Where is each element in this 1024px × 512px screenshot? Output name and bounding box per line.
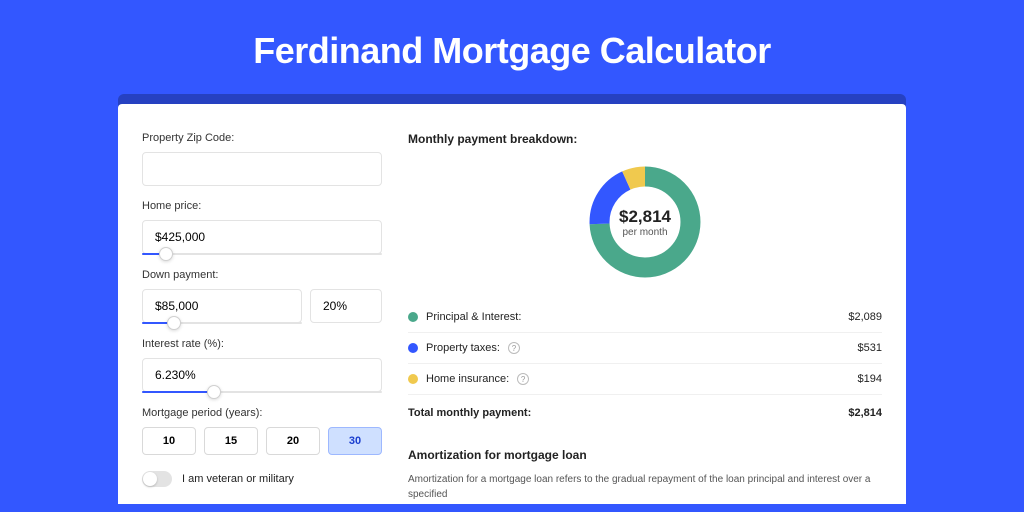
inputs-column: Property Zip Code: Home price: Down paym… xyxy=(142,132,382,504)
interest-rate-block: Interest rate (%): xyxy=(142,338,382,393)
period-option-30[interactable]: 30 xyxy=(328,427,382,455)
down-payment-slider[interactable] xyxy=(142,322,302,324)
legend-row-insurance: Home insurance: ? $194 xyxy=(408,364,882,395)
mortgage-period-options: 10 15 20 30 xyxy=(142,427,382,455)
legend-label-insurance: Home insurance: xyxy=(426,373,509,385)
interest-rate-label: Interest rate (%): xyxy=(142,338,382,350)
mortgage-period-block: Mortgage period (years): 10 15 20 30 xyxy=(142,407,382,455)
legend-label-principal: Principal & Interest: xyxy=(426,311,521,323)
donut-chart: $2,814 per month xyxy=(585,162,705,282)
zip-field-block: Property Zip Code: xyxy=(142,132,382,186)
amortization-text: Amortization for a mortgage loan refers … xyxy=(408,472,882,502)
down-payment-slider-thumb[interactable] xyxy=(167,316,181,330)
home-price-input[interactable] xyxy=(142,220,382,254)
period-option-20[interactable]: 20 xyxy=(266,427,320,455)
card-backdrop: Property Zip Code: Home price: Down paym… xyxy=(118,94,906,504)
donut-center-amount: $2,814 xyxy=(619,207,671,227)
period-option-10[interactable]: 10 xyxy=(142,427,196,455)
breakdown-column: Monthly payment breakdown: $2,814 per mo… xyxy=(408,132,882,504)
legend-total-value: $2,814 xyxy=(848,407,882,419)
legend-value-insurance: $194 xyxy=(858,373,882,385)
home-price-slider-thumb[interactable] xyxy=(159,247,173,261)
legend-value-principal: $2,089 xyxy=(848,311,882,323)
down-payment-block: Down payment: xyxy=(142,269,382,324)
interest-rate-slider[interactable] xyxy=(142,391,382,393)
home-price-label: Home price: xyxy=(142,200,382,212)
legend-dot-principal xyxy=(408,312,418,322)
interest-rate-slider-fill xyxy=(142,391,214,393)
legend-dot-taxes xyxy=(408,343,418,353)
calculator-card: Property Zip Code: Home price: Down paym… xyxy=(118,104,906,504)
breakdown-title: Monthly payment breakdown: xyxy=(408,132,882,146)
mortgage-period-label: Mortgage period (years): xyxy=(142,407,382,419)
down-payment-label: Down payment: xyxy=(142,269,382,281)
veteran-toggle-knob xyxy=(143,472,157,486)
zip-label: Property Zip Code: xyxy=(142,132,382,144)
down-payment-amount-input[interactable] xyxy=(142,289,302,323)
legend-row-total: Total monthly payment: $2,814 xyxy=(408,395,882,428)
period-option-15[interactable]: 15 xyxy=(204,427,258,455)
help-icon[interactable]: ? xyxy=(508,342,520,354)
legend-row-principal: Principal & Interest: $2,089 xyxy=(408,302,882,333)
legend-total-label: Total monthly payment: xyxy=(408,407,531,419)
down-payment-percent-input[interactable] xyxy=(310,289,382,323)
page-title: Ferdinand Mortgage Calculator xyxy=(0,0,1024,94)
home-price-slider[interactable] xyxy=(142,253,382,255)
home-price-block: Home price: xyxy=(142,200,382,255)
help-icon[interactable]: ? xyxy=(517,373,529,385)
donut-chart-wrap: $2,814 per month xyxy=(408,162,882,282)
veteran-toggle[interactable] xyxy=(142,471,172,487)
veteran-toggle-row: I am veteran or military xyxy=(142,471,382,487)
donut-center: $2,814 per month xyxy=(585,162,705,282)
legend-label-taxes: Property taxes: xyxy=(426,342,500,354)
amortization-title: Amortization for mortgage loan xyxy=(408,448,882,462)
interest-rate-slider-thumb[interactable] xyxy=(207,385,221,399)
interest-rate-input[interactable] xyxy=(142,358,382,392)
donut-center-sub: per month xyxy=(622,227,667,238)
veteran-toggle-label: I am veteran or military xyxy=(182,473,294,485)
legend-row-taxes: Property taxes: ? $531 xyxy=(408,333,882,364)
legend-dot-insurance xyxy=(408,374,418,384)
legend-value-taxes: $531 xyxy=(858,342,882,354)
zip-input[interactable] xyxy=(142,152,382,186)
